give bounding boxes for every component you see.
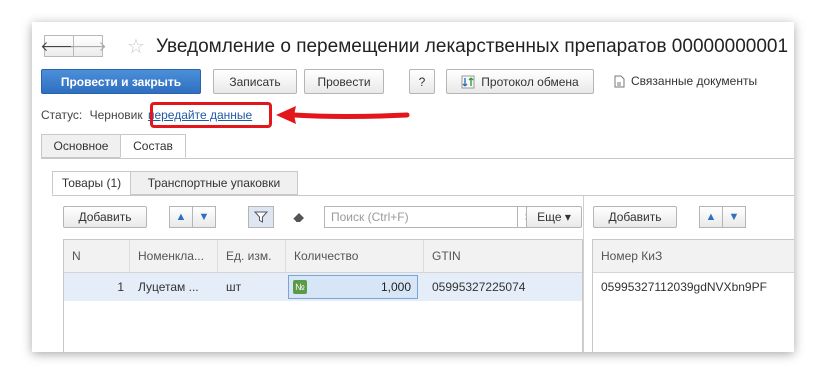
column-header-unit[interactable]: Ед. изм. [218, 240, 286, 272]
tab-transport-packages[interactable]: Транспортные упаковки [130, 171, 298, 195]
column-header-nomenclature[interactable]: Номенкла... [130, 240, 218, 272]
kiz-move-up-button[interactable]: ▲ [699, 206, 723, 228]
eraser-icon [292, 213, 304, 223]
filter-button[interactable] [248, 206, 274, 228]
number-icon: № [293, 280, 307, 294]
move-down-button[interactable]: ▼ [192, 206, 216, 228]
add-kiz-button[interactable]: Добавить [593, 206, 677, 228]
goods-table: N Номенкла... Ед. изм. Количество GTIN 1… [63, 239, 583, 352]
column-header-gtin[interactable]: GTIN [424, 240, 582, 272]
kiz-table-header: Номер КиЗ [593, 240, 794, 273]
command-bar: Провести и закрыть Записать Провести ? П… [41, 69, 791, 95]
page-title: Уведомление о перемещении лекарственных … [156, 36, 789, 57]
arrow-right-icon: 🡒 [69, 37, 107, 54]
help-button[interactable]: ? [409, 69, 435, 94]
cell-nomenclature: Луцетам ... [138, 280, 199, 294]
clear-filter-button[interactable] [286, 206, 312, 228]
quantity-input[interactable]: № 1,000 [288, 275, 418, 299]
status-prefix: Статус: [41, 108, 83, 122]
arrow-up-icon: ▲ [175, 211, 187, 223]
red-arrow-annotation [276, 106, 410, 124]
status-value: Черновик [89, 108, 143, 122]
table-row[interactable]: 05995327112039gdNVXbn9PF [593, 273, 794, 301]
document-window: 🡐 🡒 ☆ Уведомление о перемещении лекарств… [32, 22, 794, 352]
kiz-table: Номер КиЗ 05995327112039gdNVXbn9PF [592, 239, 794, 352]
column-header-quantity[interactable]: Количество [286, 240, 424, 272]
tab-main[interactable]: Основное [41, 134, 121, 158]
subtabs-divider [52, 195, 794, 196]
cell-kiz: 05995327112039gdNVXbn9PF [601, 280, 767, 294]
exchange-log-label: Протокол обмена [481, 74, 579, 89]
column-header-n[interactable]: N [64, 240, 130, 272]
exchange-log-icon [461, 75, 475, 88]
related-documents-button[interactable]: Связанные документы [613, 74, 757, 88]
add-goods-button[interactable]: Добавить [63, 206, 147, 228]
related-documents-icon [614, 75, 625, 87]
move-up-button[interactable]: ▲ [169, 206, 193, 228]
kiz-move-down-button[interactable]: ▼ [722, 206, 746, 228]
goods-table-header: N Номенкла... Ед. изм. Количество GTIN [64, 240, 582, 273]
cell-n: 1 [117, 280, 124, 294]
cell-gtin: 05995327225074 [432, 280, 526, 294]
post-button[interactable]: Провести [304, 69, 384, 94]
filter-icon [254, 211, 268, 223]
column-header-kiz[interactable]: Номер КиЗ [593, 240, 794, 272]
related-documents-label: Связанные документы [631, 74, 758, 88]
post-and-close-button[interactable]: Провести и закрыть [41, 69, 201, 94]
favorite-star-icon[interactable]: ☆ [127, 34, 145, 59]
panel-separator [583, 196, 584, 352]
arrow-up-icon: ▲ [705, 211, 717, 223]
save-button[interactable]: Записать [213, 69, 297, 94]
tab-goods[interactable]: Товары (1) [52, 171, 131, 195]
highlight-box [150, 102, 272, 128]
cell-unit: шт [226, 280, 242, 294]
arrow-down-icon: ▼ [728, 211, 740, 223]
tab-composition[interactable]: Состав [120, 134, 186, 158]
navigation-buttons: 🡐 🡒 [40, 35, 107, 57]
quantity-value: 1,000 [380, 280, 411, 294]
search-input[interactable] [324, 206, 518, 228]
tabs-divider [41, 158, 794, 159]
forward-button[interactable]: 🡒 [69, 35, 107, 57]
table-row[interactable]: 1 Луцетам ... шт № 1,000 05995327225074 [64, 273, 582, 301]
more-menu-button[interactable]: Еще ▾ [526, 206, 582, 228]
arrow-down-icon: ▼ [198, 211, 210, 223]
exchange-log-button[interactable]: Протокол обмена [446, 69, 594, 94]
